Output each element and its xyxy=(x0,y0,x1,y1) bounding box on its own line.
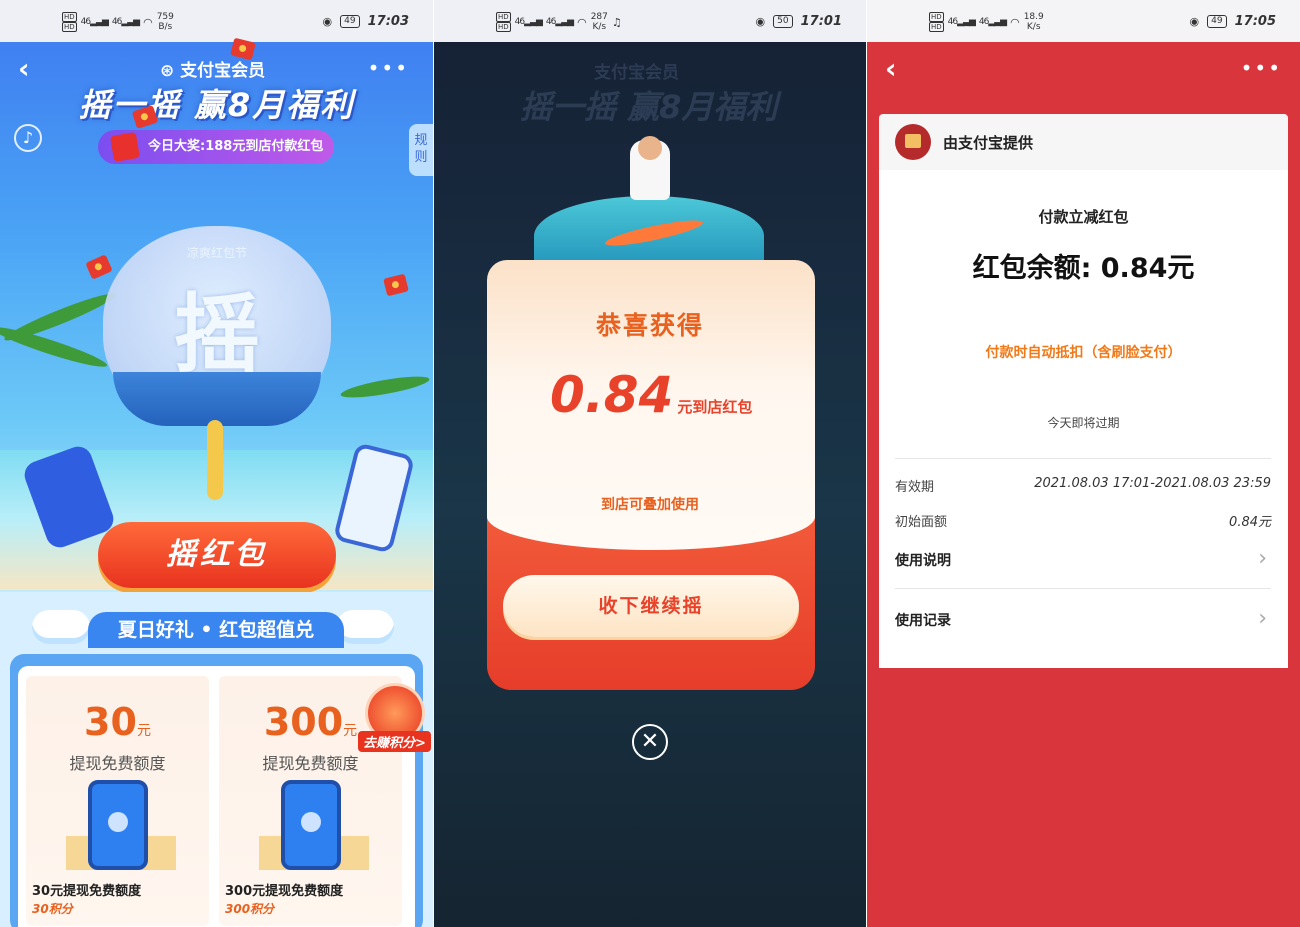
card-desc: 提现免费额度 xyxy=(69,754,166,773)
section-title: 夏日好礼 • 红包超值兑 xyxy=(88,612,344,648)
shake-home-screen: HD HD 46▂▃▅ 46▂▃▅ ◠ 759 B/s ◉ 49 17:03 ‹ ⊛… xyxy=(0,0,433,927)
card-points: 300积分 xyxy=(225,902,275,916)
battery-icon: 49 xyxy=(1207,15,1227,28)
palm-leaf xyxy=(0,321,110,373)
card-amount: 30元 xyxy=(84,700,151,744)
more-icon[interactable]: ••• xyxy=(1241,56,1282,80)
hd-icon: HD xyxy=(496,22,511,32)
usage-instructions-link[interactable]: 使用说明 › xyxy=(895,546,1271,590)
fan-handle xyxy=(207,420,223,500)
hd-icon: HD xyxy=(929,22,944,32)
clock: 17:03 xyxy=(367,14,409,29)
chevron-right-icon: › xyxy=(1258,546,1267,571)
shake-fan[interactable]: 凉爽红包节 摇 xyxy=(103,226,331,426)
provider-name: 由支付宝提供 xyxy=(943,134,1034,152)
campaign-headline: 摇一摇 赢8月福利 xyxy=(78,86,355,124)
status-bar: HD HD 46▂▃▅ 46▂▃▅ ◠ 759 B/s ◉ 49 17:03 xyxy=(0,0,433,42)
card-desc: 提现免费额度 xyxy=(262,754,359,773)
hd-icon: HD xyxy=(62,22,77,32)
cloud-decoration xyxy=(336,610,394,644)
packet-balance: 红包余额: 0.84元 xyxy=(972,253,1195,284)
battery-icon: 50 xyxy=(773,15,793,28)
red-packet-detail-screen: HD HD 46▂▃▅ 46▂▃▅ ◠ 18.9 K/s ◉ 49 17:05 ‹ … xyxy=(867,0,1300,927)
cloud-decoration xyxy=(32,610,90,644)
network-speed: 18.9 K/s xyxy=(1023,12,1044,32)
close-icon[interactable]: ✕ xyxy=(632,724,668,760)
fan-subtitle: 凉爽红包节 xyxy=(186,246,247,260)
exchange-card-list: 30元 提现免费额度 30元提现免费额度 30积分 300元 提现免费额度 30… xyxy=(18,666,415,927)
hd-icon: HD xyxy=(929,12,944,22)
status-bar: HD HD 46▂▃▅ 46▂▃▅ ◠ 287 K/s ♫ ◉ 50 17:01 xyxy=(434,0,866,42)
wifi-icon: ◠ xyxy=(1010,15,1020,29)
chevron-right-icon: › xyxy=(1258,606,1267,631)
packet-type: 付款立减红包 xyxy=(1038,208,1129,226)
earn-points-link[interactable]: 去赚积分> xyxy=(358,731,431,752)
status-bar: HD HD 46▂▃▅ 46▂▃▅ ◠ 18.9 K/s ◉ 49 17:05 xyxy=(867,0,1300,42)
collect-and-continue-button[interactable]: 收下继续摇 xyxy=(503,575,799,637)
card-points: 30积分 xyxy=(32,902,73,916)
card-caption: 300元提现免费额度 xyxy=(225,884,344,899)
signal-icon: 46▂▃▅ xyxy=(514,17,543,27)
auto-deduct-note: 付款时自动抵扣（含刷脸支付） xyxy=(985,345,1182,361)
red-envelope-icon xyxy=(109,131,141,163)
fan-wave xyxy=(113,372,321,426)
divider xyxy=(895,458,1271,459)
wifi-icon: ◠ xyxy=(577,15,587,29)
eye-icon: ◉ xyxy=(755,15,766,28)
provider-header: 由支付宝提供 xyxy=(879,114,1288,170)
amount-value: 0.84 xyxy=(550,366,674,424)
stack-note: 到店可叠加使用 xyxy=(601,497,699,513)
more-icon[interactable]: ••• xyxy=(368,56,409,80)
win-popup-screen: HD HD 46▂▃▅ 46▂▃▅ ◠ 287 K/s ♫ ◉ 50 17:01 支… xyxy=(434,0,866,927)
exchange-card[interactable]: 30元 提现免费额度 30元提现免费额度 30积分 xyxy=(26,676,209,926)
summer-exchange-section: 夏日好礼 • 红包超值兑 30元 提现免费额度 30元提现免费额度 30积分 3… xyxy=(0,592,433,927)
eye-icon: ◉ xyxy=(1189,15,1200,28)
usage-records-link[interactable]: 使用记录 › xyxy=(895,606,1271,650)
surfer-head xyxy=(638,136,662,160)
hd-icon: HD xyxy=(496,12,511,22)
red-packet-detail-card: 付款立减红包 红包余额: 0.84元 付款时自动抵扣（含刷脸支付） 今天即将过期… xyxy=(879,170,1288,668)
phone-illustration xyxy=(281,780,341,870)
prize-amount: 0.84 元到店红包 xyxy=(550,366,790,424)
back-icon[interactable]: ‹ xyxy=(885,52,897,85)
red-envelope-icon xyxy=(895,124,931,160)
phone-illustration xyxy=(88,780,148,870)
validity-value: 2021.08.03 17:01-2021.08.03 23:59 xyxy=(1034,476,1271,491)
shake-red-packet-button[interactable]: 摇红包 xyxy=(98,522,336,588)
network-speed: 759 B/s xyxy=(156,12,174,32)
clock: 17:05 xyxy=(1234,14,1276,29)
congrats-title: 恭喜获得 xyxy=(595,311,704,340)
red-envelope-icon xyxy=(383,273,409,297)
mute-icon[interactable]: ♪ xyxy=(14,124,42,152)
palm-leaf xyxy=(339,372,431,402)
card-caption: 30元提现免费额度 xyxy=(32,884,142,899)
amount-unit: 元到店红包 xyxy=(677,398,753,416)
notification-bell-icon: ♫ xyxy=(611,15,622,29)
validity-row: 有效期 2021.08.03 17:01-2021.08.03 23:59 xyxy=(895,476,1271,495)
rules-tab[interactable]: 规则 xyxy=(409,124,433,176)
signal-icon: 46▂▃▅ xyxy=(947,17,976,27)
hd-icon: HD xyxy=(62,12,77,22)
initial-label: 初始面额 xyxy=(895,515,948,530)
network-speed: 287 K/s xyxy=(590,12,608,32)
initial-amount-row: 初始面额 0.84元 xyxy=(895,511,1271,530)
wifi-icon: ◠ xyxy=(143,15,153,29)
initial-value: 0.84元 xyxy=(1229,515,1271,530)
eye-icon: ◉ xyxy=(322,15,333,28)
validity-label: 有效期 xyxy=(895,480,935,495)
divider xyxy=(895,588,1271,589)
clock: 17:01 xyxy=(800,14,842,29)
expire-note: 今天即将过期 xyxy=(1047,416,1120,430)
signal-icon: 46▂▃▅ xyxy=(80,17,109,27)
battery-icon: 49 xyxy=(340,15,360,28)
usage-records-label: 使用记录 xyxy=(895,613,951,629)
exchange-card-container: 30元 提现免费额度 30元提现免费额度 30积分 300元 提现免费额度 30… xyxy=(10,654,423,927)
signal-icon: 46▂▃▅ xyxy=(545,17,574,27)
fan-character: 摇 xyxy=(174,285,260,385)
signal-icon: 46▂▃▅ xyxy=(978,17,1007,27)
usage-instructions-label: 使用说明 xyxy=(895,553,951,569)
signal-icon: 46▂▃▅ xyxy=(111,17,140,27)
